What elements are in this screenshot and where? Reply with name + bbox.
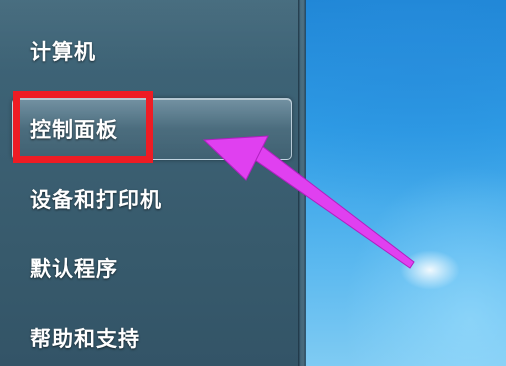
start-menu-item-help-and-support[interactable]: 帮助和支持 bbox=[14, 313, 290, 363]
start-menu-item-devices-and-printers[interactable]: 设备和打印机 bbox=[14, 174, 290, 224]
desktop-light-glow bbox=[400, 250, 460, 290]
menu-item-label: 设备和打印机 bbox=[30, 188, 162, 212]
menu-item-label: 帮助和支持 bbox=[30, 327, 140, 351]
start-menu-item-default-programs[interactable]: 默认程序 bbox=[14, 243, 290, 293]
start-menu-item-computer[interactable]: 计算机 bbox=[14, 26, 290, 76]
menu-item-label: 默认程序 bbox=[30, 257, 118, 281]
menu-item-label: 计算机 bbox=[30, 40, 96, 64]
red-highlight-annotation-box bbox=[13, 91, 153, 163]
start-menu-pane-edge bbox=[298, 0, 306, 366]
